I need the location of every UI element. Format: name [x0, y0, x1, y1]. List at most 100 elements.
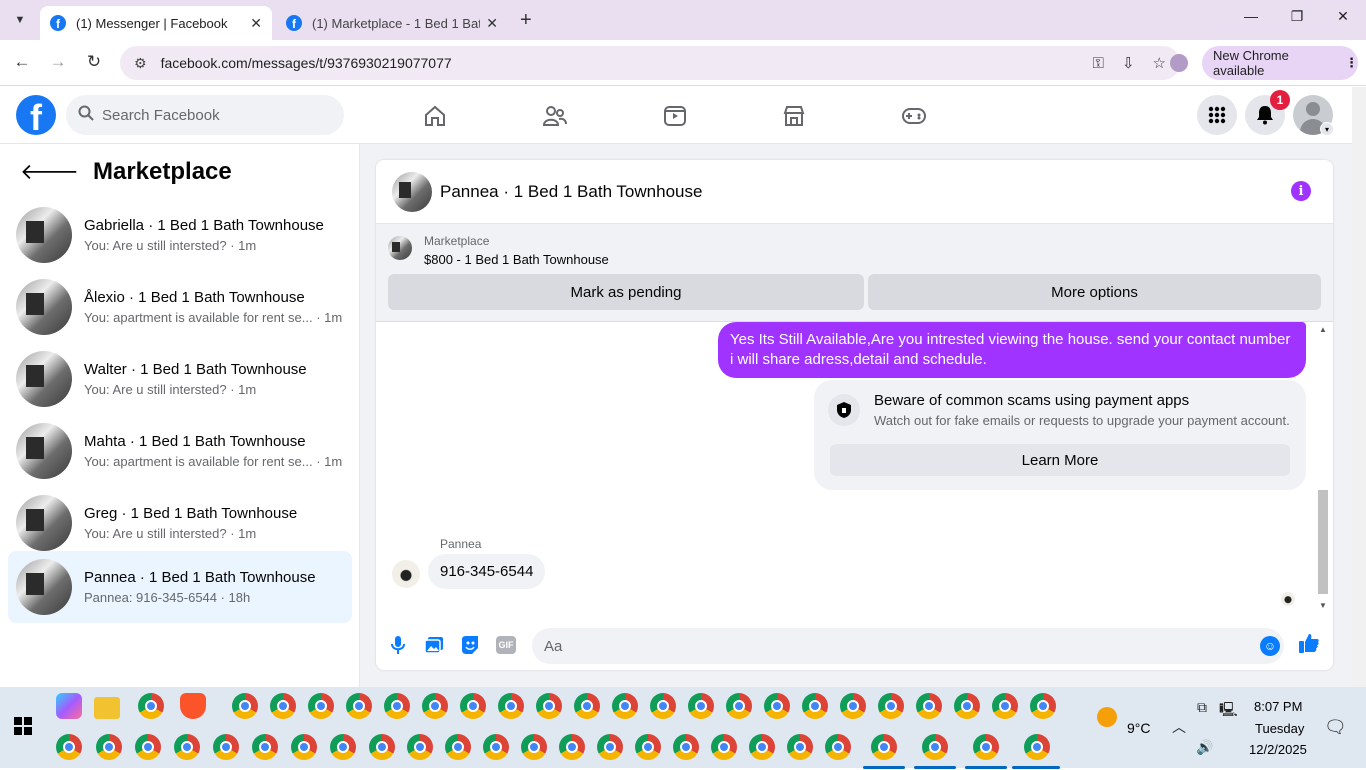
file-explorer-icon[interactable] — [94, 697, 120, 719]
message-input[interactable] — [532, 628, 1284, 664]
weather-sun-icon[interactable] — [1097, 707, 1117, 727]
more-menu-icon[interactable]: ⋮ — [1345, 55, 1358, 71]
conversation-item[interactable]: Mahta · 1 Bed 1 Bath Townhouse You: apart… — [8, 415, 352, 487]
listing-thumbnail[interactable] — [392, 171, 432, 212]
clock-date[interactable]: 12/2/2025 — [1249, 742, 1307, 757]
close-tab-icon[interactable]: ✕ — [486, 15, 498, 32]
chrome-icon[interactable] — [483, 734, 509, 760]
gif-icon[interactable]: GIF — [493, 632, 519, 658]
chrome-icon[interactable] — [1030, 693, 1056, 719]
chrome-icon[interactable] — [612, 693, 638, 719]
chrome-icon[interactable] — [878, 693, 904, 719]
back-arrow-icon[interactable]: 🡐 — [20, 159, 79, 185]
temperature[interactable]: 9°C — [1127, 720, 1151, 736]
volume-icon[interactable]: 🔊 — [1196, 739, 1213, 756]
chrome-icon[interactable] — [688, 693, 714, 719]
chrome-icon[interactable] — [992, 693, 1018, 719]
chrome-icon[interactable] — [597, 734, 623, 760]
search-input[interactable] — [102, 106, 322, 124]
chrome-icon[interactable] — [445, 734, 471, 760]
chrome-icon[interactable] — [973, 734, 999, 760]
meet-now-icon[interactable]: ⧉ — [1197, 699, 1207, 716]
info-icon[interactable]: i — [1291, 181, 1311, 201]
emoji-icon[interactable]: ☺ — [1260, 636, 1280, 656]
gaming-icon[interactable] — [894, 101, 934, 131]
facebook-logo-icon[interactable]: f — [16, 95, 56, 135]
conversation-item[interactable]: Gabriella · 1 Bed 1 Bath Townhouse You: A… — [8, 199, 352, 271]
restore-icon[interactable]: ❐ — [1285, 8, 1309, 25]
menu-grid-icon[interactable] — [1197, 95, 1237, 135]
chrome-icon[interactable] — [954, 693, 980, 719]
chrome-icon[interactable] — [840, 693, 866, 719]
bookmark-star-icon[interactable]: ☆ — [1153, 54, 1166, 72]
reload-icon[interactable]: ↻ — [82, 52, 106, 72]
page-scrollbar[interactable] — [1352, 87, 1366, 687]
browser-profile-icon[interactable] — [1170, 54, 1188, 72]
brave-browser-icon[interactable] — [180, 693, 206, 719]
scrollbar-thumb[interactable] — [1318, 490, 1328, 594]
chrome-icon[interactable] — [460, 693, 486, 719]
chrome-icon[interactable] — [422, 693, 448, 719]
sticker-icon[interactable] — [457, 632, 483, 658]
forward-icon[interactable]: → — [46, 52, 70, 72]
home-icon[interactable] — [415, 101, 455, 131]
chrome-icon[interactable] — [574, 693, 600, 719]
site-info-icon[interactable]: ⚙ — [134, 55, 147, 72]
chrome-icon[interactable] — [726, 693, 752, 719]
scroll-up-icon[interactable]: ▲ — [1317, 325, 1329, 334]
scroll-down-icon[interactable]: ▼ — [1317, 601, 1329, 610]
chrome-icon[interactable] — [1024, 734, 1050, 760]
chrome-icon[interactable] — [521, 734, 547, 760]
show-hidden-icons-chevron-icon[interactable]: ︿ — [1172, 717, 1186, 737]
chrome-icon[interactable] — [407, 734, 433, 760]
password-key-icon[interactable]: ⚿ — [1093, 55, 1104, 72]
clock-time[interactable]: 8:07 PM — [1254, 699, 1302, 714]
listing-title[interactable]: $800 - 1 Bed 1 Bath Townhouse — [424, 252, 609, 267]
chrome-icon[interactable] — [96, 734, 122, 760]
chrome-icon[interactable] — [650, 693, 676, 719]
thumbs-up-icon[interactable] — [1298, 632, 1320, 660]
close-window-icon[interactable]: ✕ — [1331, 8, 1355, 25]
marketplace-icon[interactable] — [774, 101, 814, 131]
chrome-icon[interactable] — [138, 693, 164, 719]
tab-marketplace[interactable]: f (1) Marketplace - 1 Bed 1 Bath T ✕ — [276, 6, 508, 40]
chrome-icon[interactable] — [871, 734, 897, 760]
more-options-button[interactable]: More options — [868, 274, 1321, 310]
chrome-icon[interactable] — [825, 734, 851, 760]
new-tab-icon[interactable]: + — [520, 9, 532, 32]
chrome-icon[interactable] — [711, 734, 737, 760]
new-chrome-available-button[interactable]: New Chrome available ⋮ — [1202, 46, 1358, 80]
chat-scrollbar[interactable]: ▲ ▼ — [1317, 325, 1329, 610]
minimize-icon[interactable]: — — [1239, 8, 1263, 24]
account-chevron-down-icon[interactable]: ▾ — [1320, 122, 1334, 136]
listing-thumbnail[interactable] — [388, 236, 412, 260]
chrome-icon[interactable] — [291, 734, 317, 760]
chrome-icon[interactable] — [135, 734, 161, 760]
chrome-icon[interactable] — [330, 734, 356, 760]
conversation-item[interactable]: Ålexio · 1 Bed 1 Bath Townhouse You: apar… — [8, 271, 352, 343]
chrome-icon[interactable] — [673, 734, 699, 760]
chrome-icon[interactable] — [802, 693, 828, 719]
address-bar[interactable]: ⚙ facebook.com/messages/t/93769302190770… — [120, 46, 1180, 80]
photo-icon[interactable] — [421, 632, 447, 658]
chrome-icon[interactable] — [635, 734, 661, 760]
clock-day[interactable]: Tuesday — [1255, 721, 1304, 736]
chrome-icon[interactable] — [764, 693, 790, 719]
install-app-icon[interactable]: ⇩ — [1122, 54, 1135, 72]
mark-as-pending-button[interactable]: Mark as pending — [388, 274, 864, 310]
sender-avatar[interactable] — [392, 560, 420, 588]
chrome-icon[interactable] — [213, 734, 239, 760]
copilot-icon[interactable] — [56, 693, 82, 719]
chrome-icon[interactable] — [787, 734, 813, 760]
chrome-icon[interactable] — [536, 693, 562, 719]
conversation-item[interactable]: Greg · 1 Bed 1 Bath Townhouse You: Are u … — [8, 487, 352, 559]
chrome-icon[interactable] — [252, 734, 278, 760]
chrome-icon[interactable] — [916, 693, 942, 719]
facebook-search[interactable] — [66, 95, 344, 135]
learn-more-button[interactable]: Learn More — [830, 444, 1290, 476]
conversation-item-selected[interactable]: Pannea · 1 Bed 1 Bath Townhouse Pannea: 9… — [8, 551, 352, 623]
chrome-icon[interactable] — [749, 734, 775, 760]
notification-center-icon[interactable]: 🗨 — [1324, 717, 1347, 738]
chrome-icon[interactable] — [270, 693, 296, 719]
chrome-icon[interactable] — [922, 734, 948, 760]
